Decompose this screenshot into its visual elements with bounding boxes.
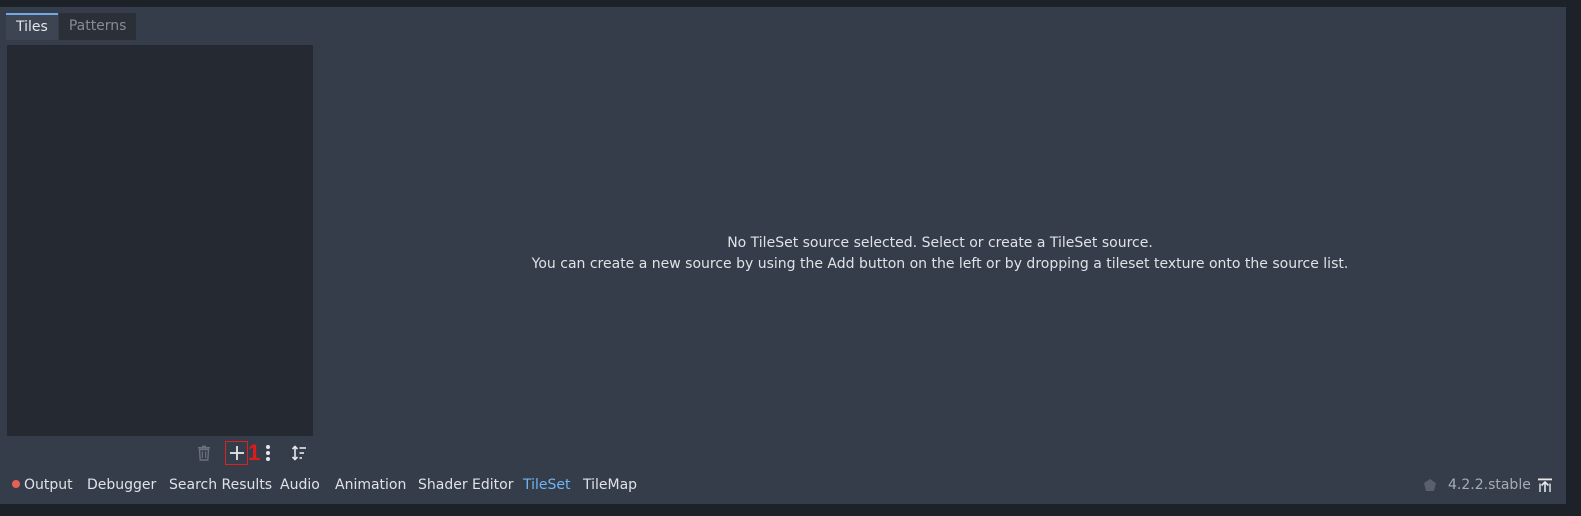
bottom-panel-tabbar: Output Debugger Search Results Audio Ani… <box>0 473 1566 497</box>
version-label: 4.2.2.stable <box>1448 477 1531 493</box>
bottom-tab-output[interactable]: Output <box>12 473 73 497</box>
bottom-tab-animation[interactable]: Animation <box>335 473 406 497</box>
plus-icon <box>229 445 245 461</box>
error-status-dot-icon <box>12 480 20 488</box>
bottom-tab-shader-editor[interactable]: Shader Editor <box>418 473 513 497</box>
bottom-tab-debugger[interactable]: Debugger <box>87 473 156 497</box>
add-source-button[interactable] <box>225 441 248 465</box>
bottom-tab-tilemap[interactable]: TileMap <box>583 473 637 497</box>
no-source-message-line1: No TileSet source selected. Select or cr… <box>727 235 1153 251</box>
vertical-dots-icon <box>265 444 271 462</box>
engine-icon <box>1423 477 1437 496</box>
bottom-tab-audio[interactable]: Audio <box>280 473 320 497</box>
bottom-tab-tileset[interactable]: TileSet <box>523 473 571 497</box>
tileset-source-list[interactable] <box>7 45 313 436</box>
no-source-message: No TileSet source selected. Select or cr… <box>320 233 1560 275</box>
sort-icon <box>291 445 307 461</box>
tab-patterns[interactable]: Patterns <box>58 13 137 40</box>
bottom-tab-search-results[interactable]: Search Results <box>169 473 272 497</box>
sort-sources-button[interactable] <box>288 441 310 465</box>
more-options-button[interactable] <box>257 441 279 465</box>
tab-tiles[interactable]: Tiles <box>6 13 58 40</box>
no-source-message-line2: You can create a new source by using the… <box>531 256 1349 272</box>
expand-panel-icon[interactable] <box>1537 477 1553 497</box>
tileset-editor-panel: Tiles Patterns 1 No TileSet source selec… <box>0 7 1566 504</box>
source-list-toolbar: 1 <box>0 441 320 465</box>
delete-source-button[interactable] <box>193 441 215 465</box>
bottom-tab-output-label: Output <box>24 477 73 493</box>
trash-icon <box>196 445 212 461</box>
tileset-tabbar: Tiles Patterns <box>6 13 137 40</box>
